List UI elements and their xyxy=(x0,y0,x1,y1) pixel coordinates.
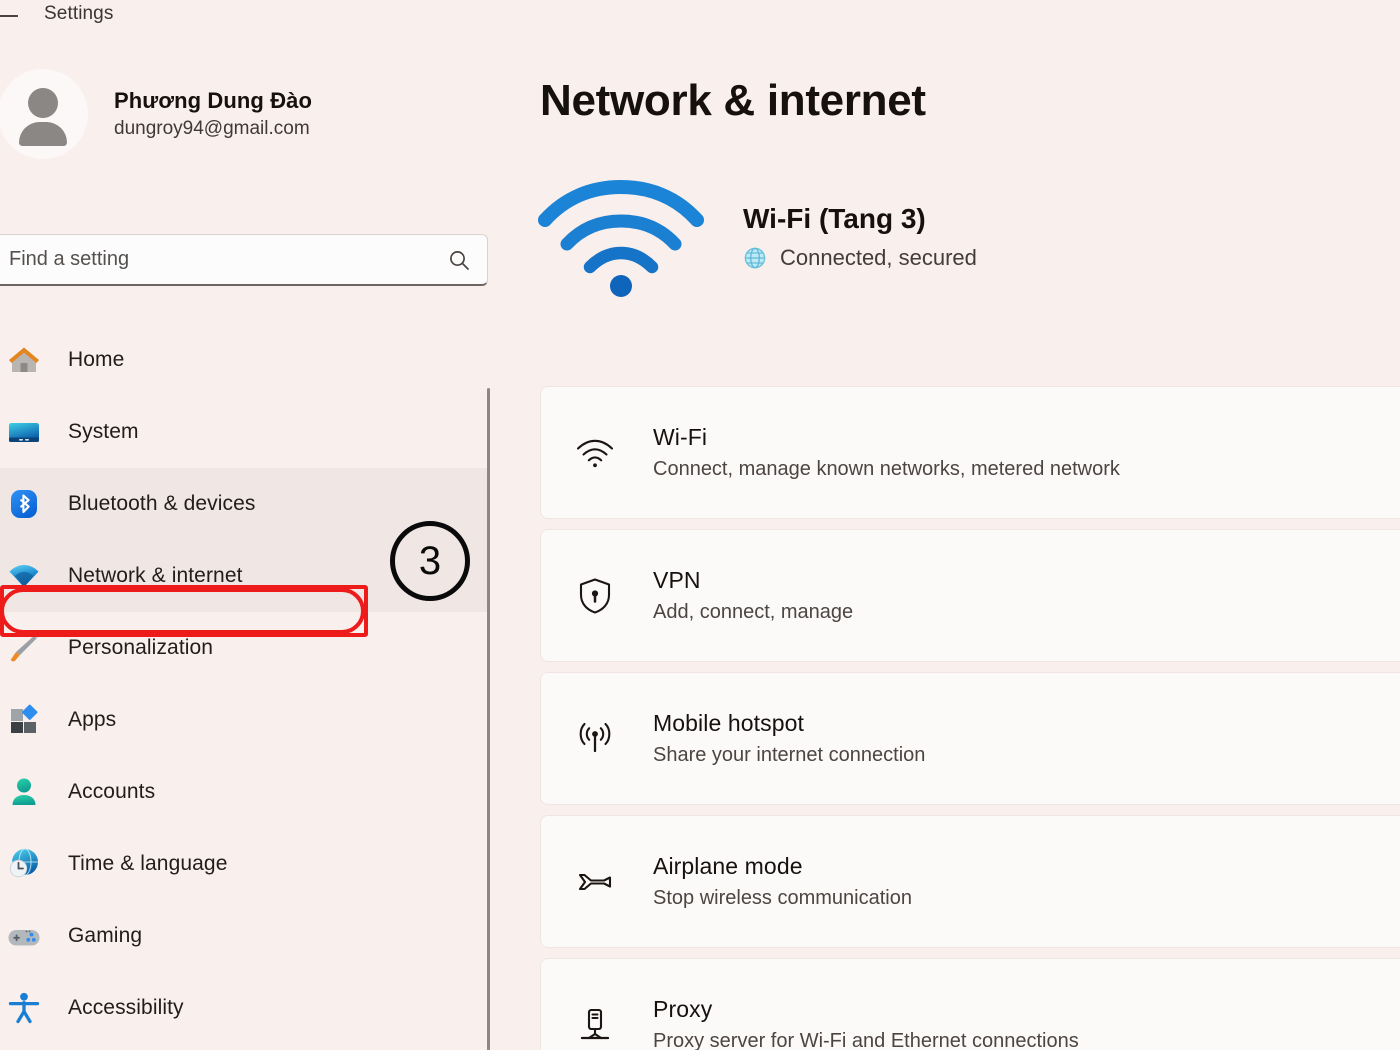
sidebar-item-system[interactable]: System xyxy=(0,396,489,468)
network-status-state: Connected, secured xyxy=(780,245,977,270)
sidebar-item-label: Gaming xyxy=(68,924,143,947)
sidebar-item-label: Network & internet xyxy=(68,564,243,587)
card-title: Wi-Fi xyxy=(653,424,708,451)
annotation-step-badge: 3 xyxy=(390,521,470,601)
sidebar-item-label: Time & language xyxy=(68,852,228,875)
card-title: Airplane mode xyxy=(653,853,803,880)
minimize-button[interactable] xyxy=(0,15,18,17)
card-title: VPN xyxy=(653,567,701,594)
main-content: Network & internet Wi-Fi (Tang 3) Connec… xyxy=(489,36,1400,1050)
proxy-server-icon xyxy=(573,1003,617,1047)
sidebar-item-label: Apps xyxy=(68,708,117,731)
wifi-signal-icon xyxy=(538,179,704,297)
account-name: Phương Dung Đào xyxy=(114,87,313,113)
sidebar-item-label: Personalization xyxy=(68,636,214,659)
gamepad-icon xyxy=(6,918,42,954)
card-airplane-mode[interactable]: Airplane mode Stop wireless communicatio… xyxy=(540,815,1400,948)
sidebar-item-home[interactable]: Home xyxy=(0,324,489,396)
card-proxy[interactable]: Proxy Proxy server for Wi-Fi and Etherne… xyxy=(540,958,1400,1050)
bluetooth-icon xyxy=(6,486,42,522)
wifi-icon xyxy=(6,558,42,594)
clock-globe-icon xyxy=(6,846,42,882)
window-title: Settings xyxy=(44,3,114,24)
sidebar-item-label: Accessibility xyxy=(68,996,184,1019)
airplane-icon xyxy=(573,860,617,904)
card-subtitle: Stop wireless communication xyxy=(653,886,912,909)
globe-icon xyxy=(744,247,766,269)
search-input[interactable] xyxy=(9,248,447,271)
card-wifi[interactable]: Wi-Fi Connect, manage known networks, me… xyxy=(540,386,1400,519)
shield-lock-icon xyxy=(573,574,617,618)
hotspot-antenna-icon xyxy=(573,717,617,761)
account-email: dungroy94@gmail.com xyxy=(114,118,310,140)
card-subtitle: Connect, manage known networks, metered … xyxy=(653,457,1120,480)
account-person-icon xyxy=(6,774,42,810)
card-title: Mobile hotspot xyxy=(653,710,804,737)
card-vpn[interactable]: VPN Add, connect, manage xyxy=(540,529,1400,662)
sidebar-item-time-language[interactable]: Time & language xyxy=(0,828,489,900)
card-title: Proxy xyxy=(653,996,713,1023)
network-status: Wi-Fi (Tang 3) Connected, secured xyxy=(537,176,977,298)
paintbrush-icon xyxy=(6,630,42,666)
settings-window: Settings Phương Dung Đào dungroy94@gmail… xyxy=(0,0,1400,1050)
settings-card-list: Wi-Fi Connect, manage known networks, me… xyxy=(540,386,1400,1050)
page-title: Network & internet xyxy=(540,76,926,125)
sidebar-item-label: Accounts xyxy=(68,780,156,803)
sidebar-item-label: System xyxy=(68,420,139,443)
avatar xyxy=(0,69,88,159)
sidebar-item-gaming[interactable]: Gaming xyxy=(0,900,489,972)
sidebar-item-label: Bluetooth & devices xyxy=(68,492,256,515)
sidebar-item-label: Home xyxy=(68,348,125,371)
accessibility-person-icon xyxy=(6,990,42,1026)
person-avatar-icon xyxy=(28,88,58,118)
card-subtitle: Share your internet connection xyxy=(653,743,926,766)
card-mobile-hotspot[interactable]: Mobile hotspot Share your internet conne… xyxy=(540,672,1400,805)
wifi-icon xyxy=(573,431,617,475)
sidebar-nav: Home System Bluetooth & devices Network … xyxy=(0,324,489,1044)
sidebar-item-apps[interactable]: Apps xyxy=(0,684,489,756)
sidebar-item-accounts[interactable]: Accounts xyxy=(0,756,489,828)
account-header[interactable]: Phương Dung Đào dungroy94@gmail.com xyxy=(0,66,312,162)
apps-blocks-icon xyxy=(6,702,42,738)
card-subtitle: Add, connect, manage xyxy=(653,600,854,623)
system-monitor-icon xyxy=(6,414,42,450)
card-subtitle: Proxy server for Wi-Fi and Ethernet conn… xyxy=(653,1029,1079,1050)
search-box[interactable] xyxy=(0,234,488,286)
search-icon[interactable] xyxy=(447,248,471,272)
network-status-title: Wi-Fi (Tang 3) xyxy=(743,203,926,234)
home-icon xyxy=(6,342,42,378)
sidebar-item-personalization[interactable]: Personalization xyxy=(0,612,489,684)
sidebar-item-accessibility[interactable]: Accessibility xyxy=(0,972,489,1044)
sidebar: Phương Dung Đào dungroy94@gmail.com Find… xyxy=(0,36,490,1050)
title-bar: Settings xyxy=(0,0,1400,36)
